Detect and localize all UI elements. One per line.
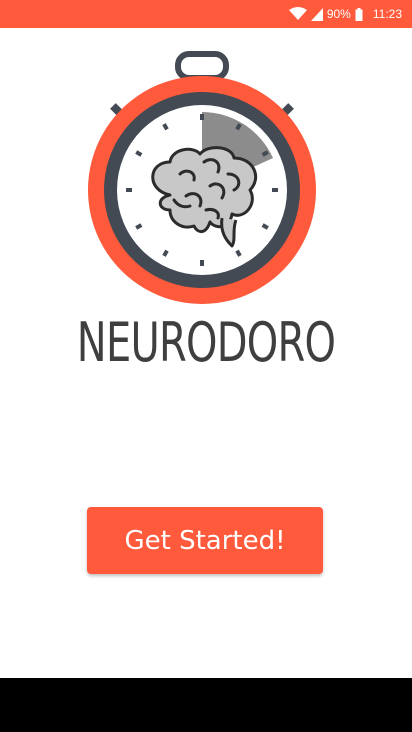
- app-title: NEURODORO: [76, 311, 336, 374]
- tick-mark: [261, 150, 269, 157]
- tick-mark: [162, 249, 169, 257]
- tick-mark: [235, 123, 242, 131]
- tick-mark: [135, 223, 143, 230]
- status-bar: 90% 11:23: [0, 0, 412, 28]
- battery-icon: [355, 7, 363, 21]
- tick-mark: [261, 223, 269, 230]
- battery-percent: 90%: [326, 7, 351, 21]
- signal-icon: [310, 7, 323, 21]
- tick-mark: [135, 150, 143, 157]
- navigation-bar: [0, 678, 412, 732]
- tick-mark: [235, 249, 242, 257]
- status-time: 11:23: [372, 7, 402, 21]
- tick-mark: [162, 123, 169, 131]
- stopwatch-brain-logo: [86, 50, 326, 305]
- stopwatch-crown: [175, 51, 229, 81]
- get-started-button[interactable]: Get Started!: [87, 507, 323, 574]
- wifi-icon: [288, 7, 307, 21]
